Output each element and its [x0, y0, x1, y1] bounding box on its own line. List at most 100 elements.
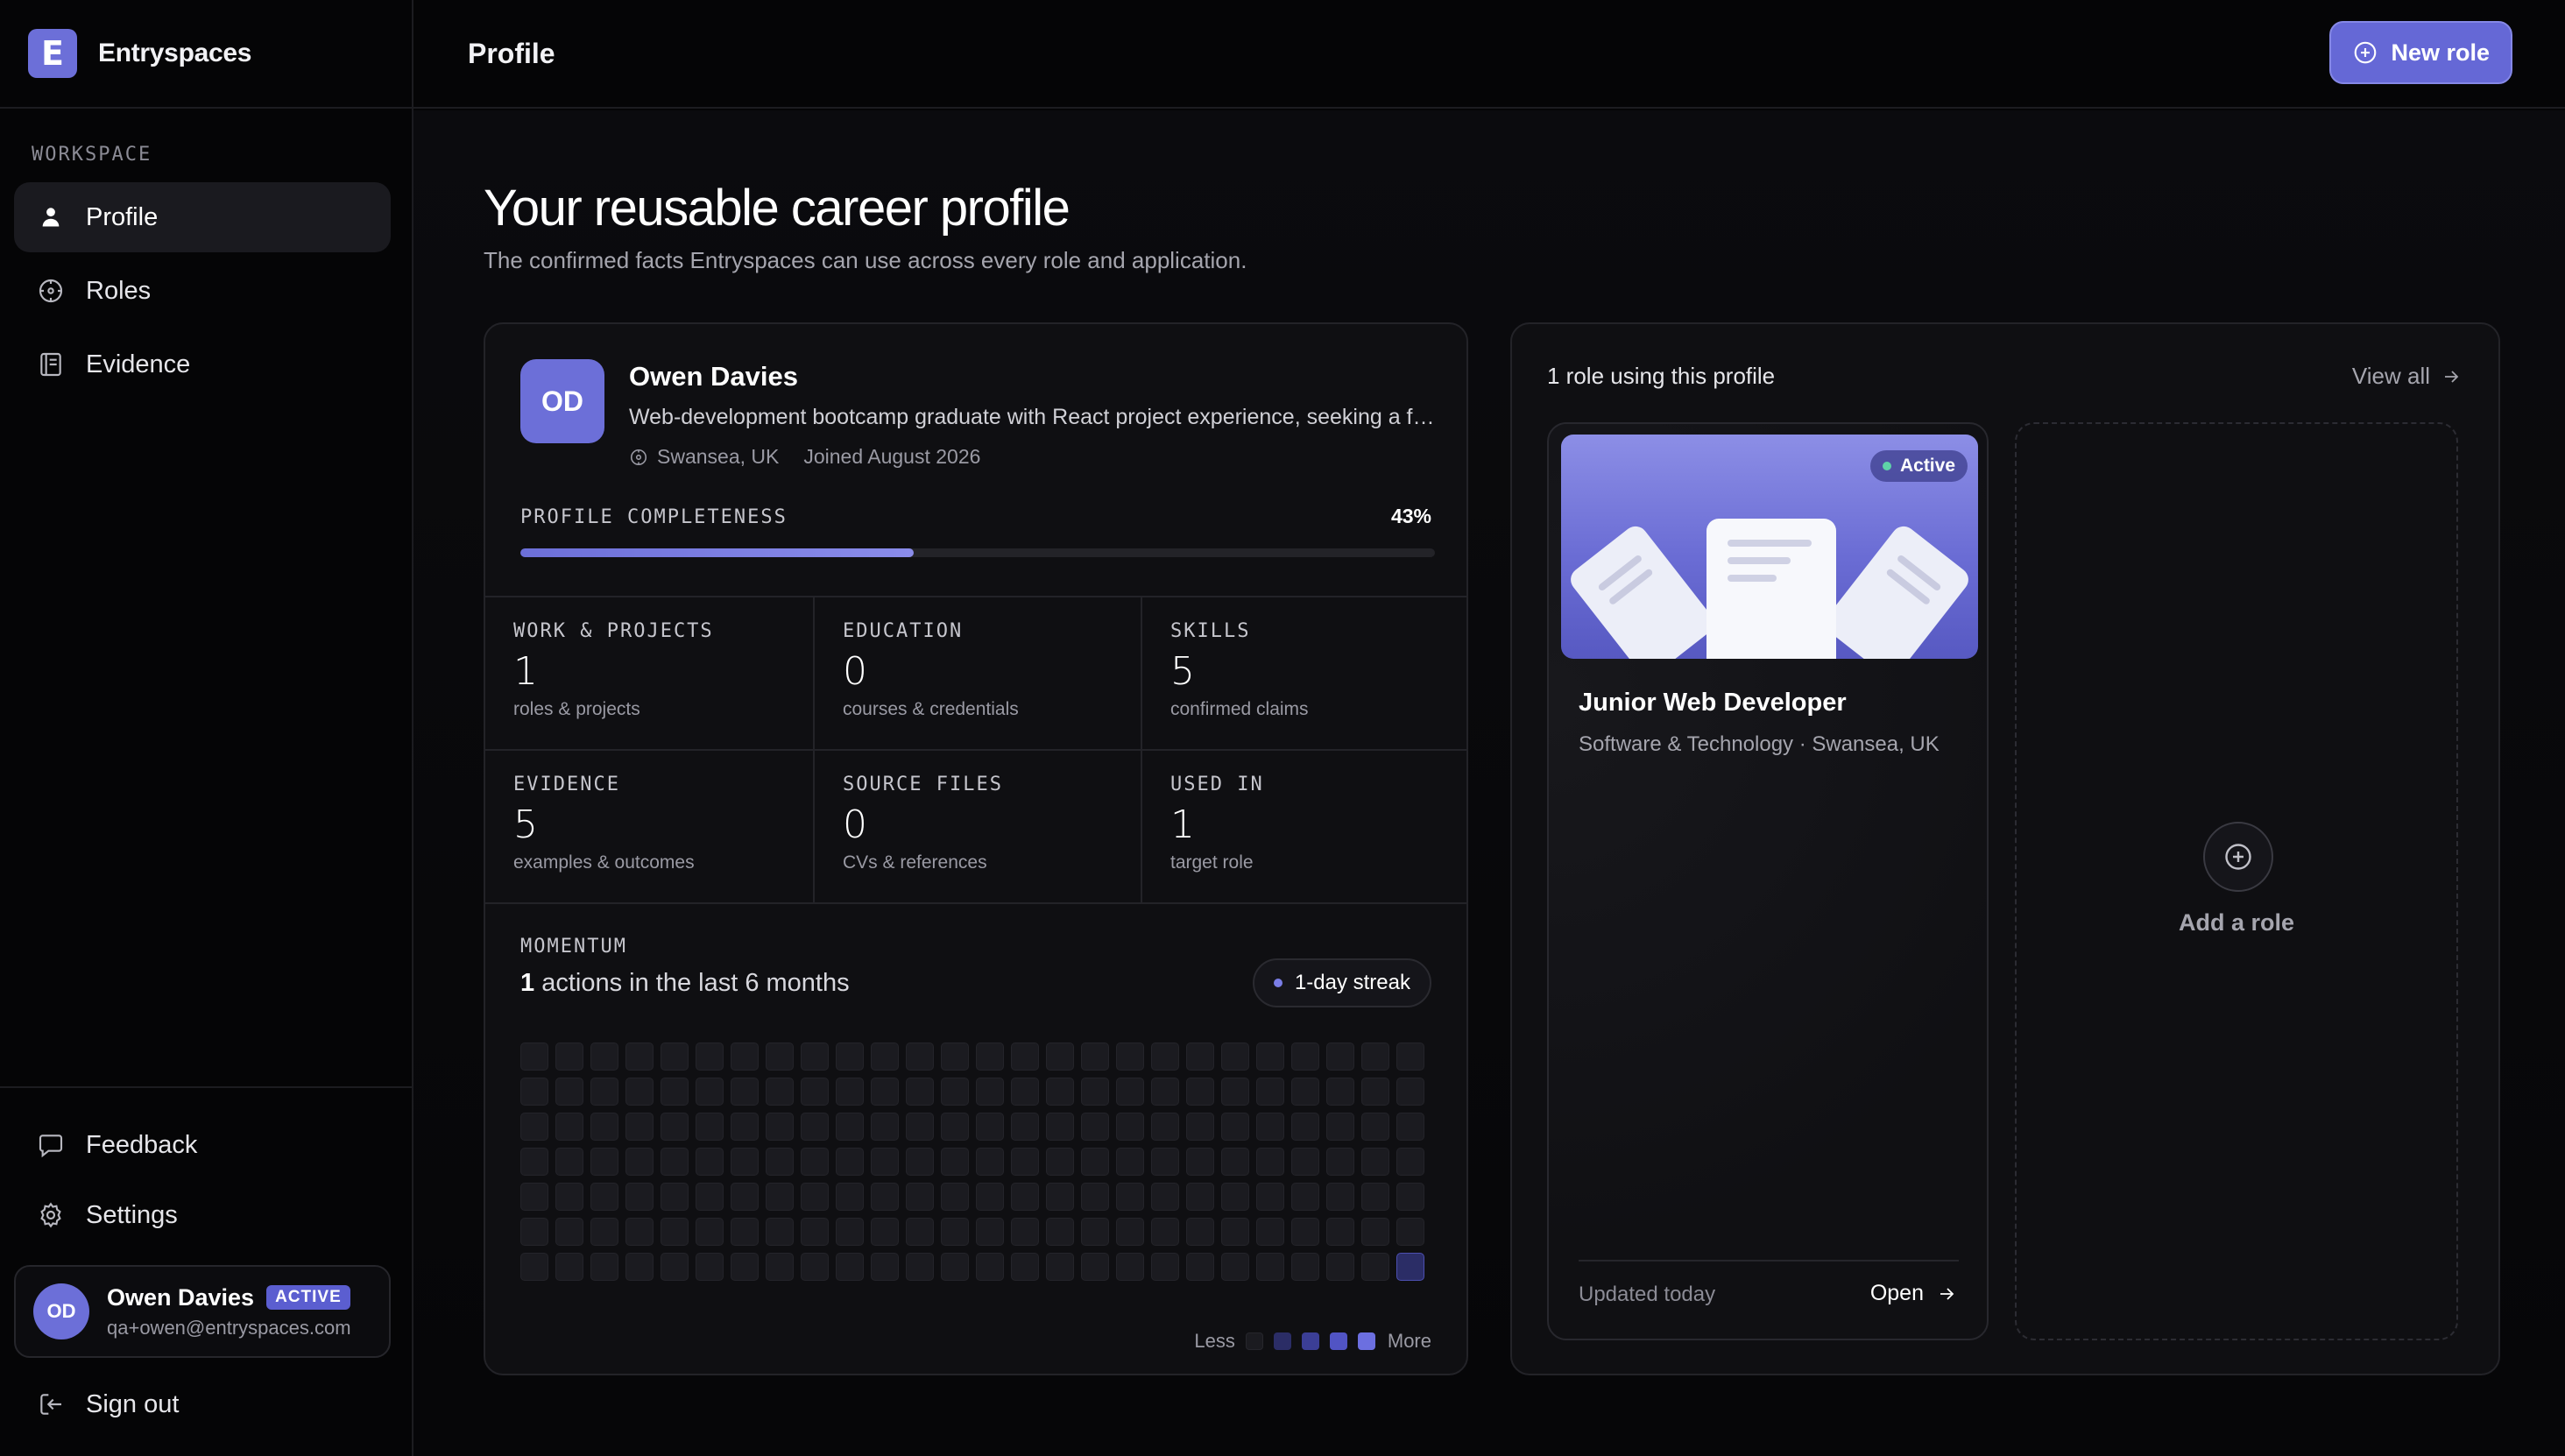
- stat-work-projects[interactable]: WORK & PROJECTS 1 roles & projects: [485, 597, 815, 751]
- stat-value: 5: [513, 802, 538, 847]
- stat-education[interactable]: EDUCATION 0 courses & credentials: [815, 597, 1142, 751]
- heatmap-cell: [871, 1043, 899, 1071]
- heatmap-cell: [801, 1148, 829, 1176]
- stat-evidence[interactable]: EVIDENCE 5 examples & outcomes: [485, 751, 815, 904]
- sign-out-label: Sign out: [86, 1389, 180, 1418]
- heatmap-cell: [555, 1148, 583, 1176]
- heatmap-cell: [1396, 1148, 1424, 1176]
- settings-label: Settings: [86, 1200, 178, 1229]
- heatmap-cell: [906, 1253, 934, 1281]
- settings-link[interactable]: Settings: [14, 1183, 391, 1247]
- heatmap-cell: [625, 1253, 654, 1281]
- user-card[interactable]: OD Owen Davies ACTIVE qa+owen@entryspace…: [14, 1265, 391, 1358]
- stat-label: SOURCE FILES: [843, 774, 1003, 795]
- main-content: Your reusable career profile The confirm…: [413, 110, 2565, 1456]
- heatmap-cell: [941, 1218, 969, 1246]
- stat-skills[interactable]: SKILLS 5 confirmed claims: [1142, 597, 1466, 751]
- heatmap-cell: [1361, 1113, 1389, 1141]
- role-status-label: Active: [1899, 456, 1955, 476]
- plus-circle-icon: [2352, 39, 2378, 66]
- heatmap-cell: [941, 1043, 969, 1071]
- profile-joined: Joined August 2026: [803, 445, 981, 468]
- heatmap-cell: [871, 1078, 899, 1106]
- heatmap-cell: [1291, 1218, 1319, 1246]
- heatmap-cell: [1221, 1043, 1249, 1071]
- heatmap-cell: [1116, 1043, 1144, 1071]
- page-title: Profile: [468, 37, 555, 69]
- stat-used-in[interactable]: USED IN 1 target role: [1142, 751, 1466, 904]
- heatmap-cell: [1361, 1078, 1389, 1106]
- heatmap-cell: [696, 1078, 724, 1106]
- hero-subtitle: The confirmed facts Entryspaces can use …: [484, 247, 1247, 273]
- heatmap-cell: [696, 1183, 724, 1211]
- heatmap-cell: [1116, 1253, 1144, 1281]
- heatmap-cell: [1116, 1148, 1144, 1176]
- heatmap-cell: [1186, 1218, 1214, 1246]
- heatmap-cell: [976, 1113, 1004, 1141]
- streak-dot: [1273, 979, 1282, 987]
- heatmap-cell: [941, 1113, 969, 1141]
- streak-badge: 1-day streak: [1252, 958, 1431, 1007]
- heatmap-cell: [520, 1218, 548, 1246]
- legend-swatch: [1273, 1332, 1291, 1350]
- heatmap-cell: [1081, 1218, 1109, 1246]
- heatmap-cell: [1011, 1043, 1039, 1071]
- avatar: OD: [33, 1283, 89, 1339]
- view-all-link[interactable]: View all: [2352, 363, 2462, 390]
- sidebar-item-evidence[interactable]: Evidence: [14, 329, 391, 399]
- role-status-badge: Active: [1869, 450, 1968, 482]
- heatmap-cell: [1186, 1148, 1214, 1176]
- sign-out-link[interactable]: Sign out: [14, 1372, 391, 1437]
- roles-card: 1 role using this profile View all Activ…: [1510, 322, 2500, 1375]
- momentum-text: actions in the last 6 months: [534, 969, 850, 997]
- heatmap-cell: [766, 1148, 794, 1176]
- heatmap-cell: [1361, 1148, 1389, 1176]
- heatmap-cell: [1116, 1183, 1144, 1211]
- heatmap-cell: [731, 1043, 759, 1071]
- heatmap-cell: [590, 1218, 618, 1246]
- stat-value: 5: [1170, 649, 1195, 694]
- stat-value: 1: [1170, 802, 1195, 847]
- heatmap-cell: [801, 1078, 829, 1106]
- heatmap-cell: [1291, 1148, 1319, 1176]
- heatmap-cell: [836, 1078, 864, 1106]
- heatmap-cell: [1186, 1078, 1214, 1106]
- heatmap-cell: [731, 1113, 759, 1141]
- heatmap-cell: [1326, 1183, 1354, 1211]
- role-open-button[interactable]: Open: [1870, 1281, 1957, 1306]
- feedback-link[interactable]: Feedback: [14, 1113, 391, 1177]
- arrow-right-icon: [2441, 366, 2462, 387]
- stat-value: 0: [843, 802, 867, 847]
- heatmap-cell: [520, 1253, 548, 1281]
- profile-avatar: OD: [520, 359, 604, 443]
- heatmap-cell: [1291, 1253, 1319, 1281]
- heatmap-cell: [520, 1113, 548, 1141]
- heatmap-cell: [1046, 1078, 1074, 1106]
- heatmap-cell: [1326, 1078, 1354, 1106]
- stat-source-files[interactable]: SOURCE FILES 0 CVs & references: [815, 751, 1142, 904]
- user-meta: Owen Davies ACTIVE qa+owen@entryspaces.c…: [107, 1284, 351, 1339]
- sidebar-item-roles[interactable]: Roles: [14, 256, 391, 326]
- heatmap-cell: [1151, 1218, 1179, 1246]
- heatmap-cell: [801, 1113, 829, 1141]
- new-role-button[interactable]: New role: [2329, 21, 2512, 84]
- heatmap-cell: [766, 1183, 794, 1211]
- add-role-tile[interactable]: Add a role: [2015, 422, 2458, 1340]
- stat-sub: CVs & references: [843, 852, 987, 873]
- heatmap-cell: [1116, 1218, 1144, 1246]
- heatmap-cell: [520, 1043, 548, 1071]
- heatmap-cell: [555, 1183, 583, 1211]
- brand[interactable]: E Entryspaces: [0, 0, 412, 109]
- heatmap-cell: [941, 1078, 969, 1106]
- sign-out-icon: [33, 1387, 68, 1422]
- notebook-icon: [33, 347, 68, 382]
- heatmap-cell: [1081, 1043, 1109, 1071]
- role-card[interactable]: Active Junior Web Developer Software & T…: [1547, 422, 1989, 1340]
- stat-label: USED IN: [1170, 774, 1264, 795]
- heatmap-cell: [696, 1113, 724, 1141]
- profile-name: Owen Davies: [629, 361, 798, 392]
- stat-value: 0: [843, 649, 867, 694]
- role-updated: Updated today: [1579, 1283, 1716, 1306]
- sidebar-item-profile[interactable]: Profile: [14, 182, 391, 252]
- heatmap-cell: [976, 1043, 1004, 1071]
